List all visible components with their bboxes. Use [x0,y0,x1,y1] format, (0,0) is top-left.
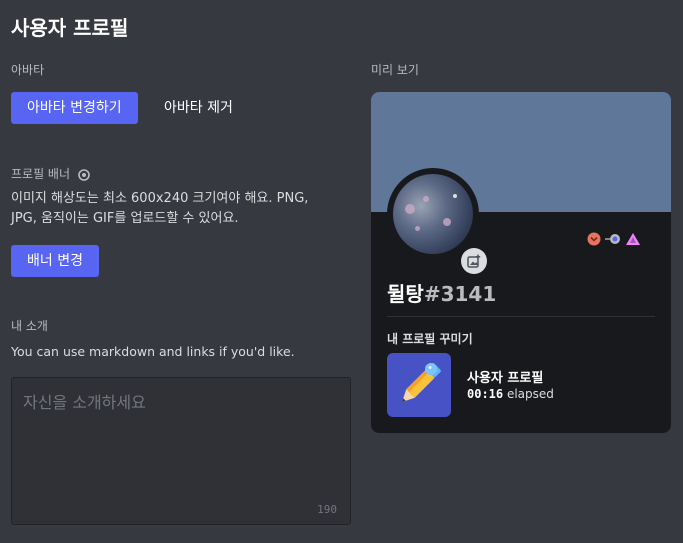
hypesquad-icon [626,233,640,245]
remove-avatar-button[interactable]: 아바타 제거 [148,92,249,124]
preview-label: 미리 보기 [371,63,419,77]
banner-section-label-text: 프로필 배너 [11,167,71,181]
discriminator: #3141 [423,282,497,306]
divider [387,316,655,317]
page-title: 사용자 프로필 [11,16,129,40]
nitro-icon [78,168,90,181]
pencil-icon [387,353,451,417]
avatar [393,174,473,254]
banner-section-label: 프로필 배너 [11,165,90,182]
bio-textarea[interactable]: 자신을 소개하세요 190 [11,377,351,525]
bug-hunter-icon [587,232,601,246]
activity-elapsed-label: elapsed [506,387,554,401]
change-avatar-button[interactable]: 아바타 변경하기 [11,92,138,124]
activity-elapsed: 00:16 elapsed [467,387,554,401]
bio-placeholder: 자신을 소개하세요 [23,393,146,412]
avatar-frame [387,168,487,274]
bio-section-label: 내 소개 [11,319,48,333]
activity-name: 사용자 프로필 [467,371,544,386]
banner-help-line-1: 이미지 해상도는 최소 600x240 크기여야 해요. PNG, [11,191,309,206]
profile-username: 뒬탕#3141 [387,278,496,307]
activity-timer: 00:16 [467,387,504,401]
profile-preview-card: 뒬탕#3141 내 프로필 꾸미기 사용자 프로필 00:16 elapsed [371,92,671,433]
edit-avatar-icon[interactable] [461,248,487,274]
nitro-icon [605,234,620,244]
username-text: 뒬탕 [387,282,424,306]
bio-char-counter: 190 [317,503,337,516]
banner-help-text: 이미지 해상도는 최소 600x240 크기여야 해요. PNG, JPG, 움… [11,189,308,229]
badge-list [587,232,641,246]
avatar-section-label: 아바타 [11,63,45,77]
bio-help-text: You can use markdown and links if you'd … [11,344,295,359]
banner-help-line-2: JPG, 움직이는 GIF를 업로드할 수 있어요. [11,211,239,226]
change-banner-button[interactable]: 배너 변경 [11,245,99,277]
activity-section-title: 내 프로필 꾸미기 [387,332,473,346]
